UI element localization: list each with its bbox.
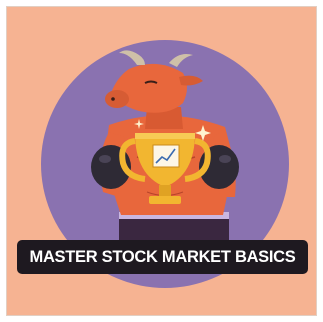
title-banner: MASTER STOCK MARKET BASICS [17,240,308,274]
title-text: MASTER STOCK MARKET BASICS [29,247,296,266]
rising-chart-icon [152,144,180,168]
poster-card: MASTER STOCK MARKET BASICS [6,6,317,316]
